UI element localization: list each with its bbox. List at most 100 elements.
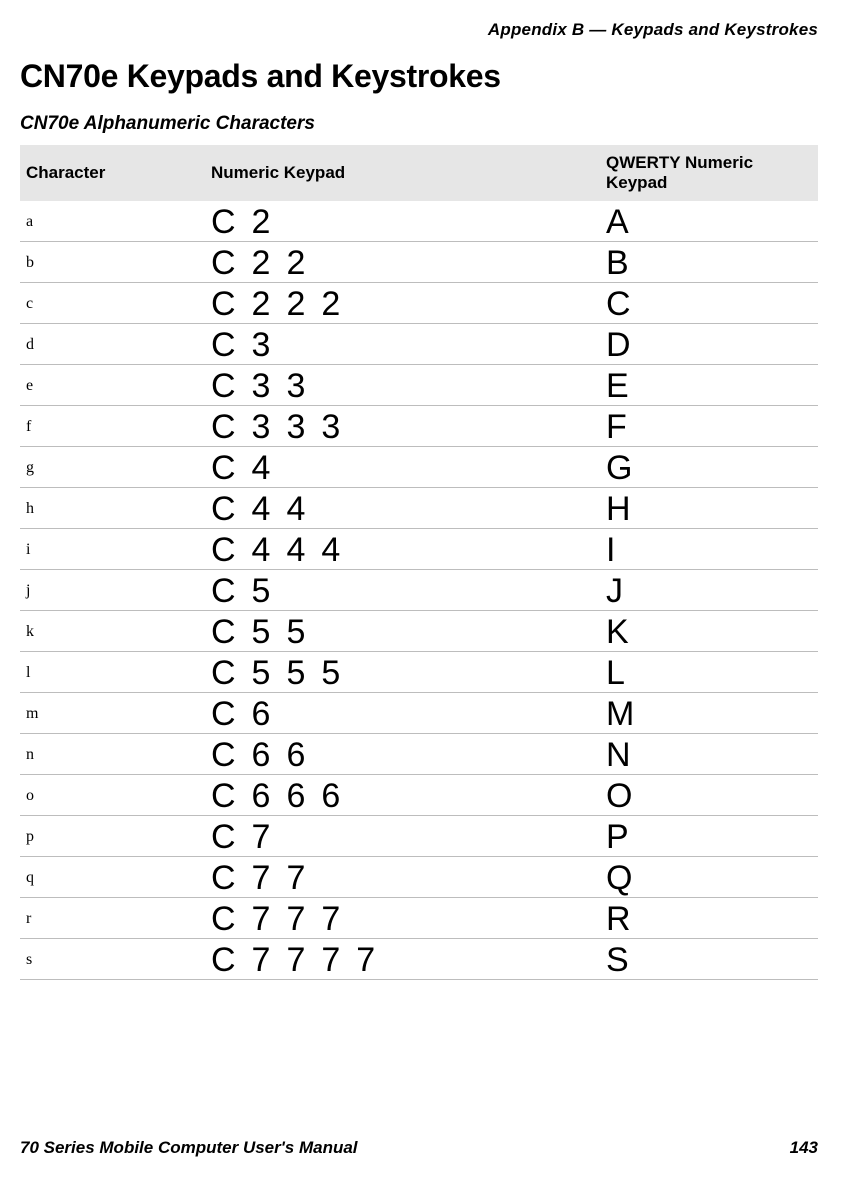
numeric-keypad-cell: C444 bbox=[205, 529, 600, 570]
qwerty-keypad-cell: B bbox=[600, 242, 818, 283]
key-sequence: H bbox=[606, 490, 647, 528]
qwerty-keypad-cell: N bbox=[600, 734, 818, 775]
qwerty-keypad-cell: S bbox=[600, 939, 818, 980]
key-sequence: C7777 bbox=[211, 941, 391, 979]
numeric-keypad-cell: C222 bbox=[205, 283, 600, 324]
character-cell: b bbox=[20, 242, 205, 283]
key-sequence: B bbox=[606, 244, 645, 282]
qwerty-keypad-cell: M bbox=[600, 693, 818, 734]
qwerty-keypad-cell: Q bbox=[600, 857, 818, 898]
keystroke-table: Character Numeric Keypad QWERTY Numeric … bbox=[20, 145, 818, 980]
table-row: fC333 F bbox=[20, 406, 818, 447]
qwerty-keypad-cell: E bbox=[600, 365, 818, 406]
character-cell: g bbox=[20, 447, 205, 488]
numeric-keypad-cell: C7 bbox=[205, 816, 600, 857]
table-row: cC222 C bbox=[20, 283, 818, 324]
character-cell: i bbox=[20, 529, 205, 570]
numeric-keypad-cell: C2 bbox=[205, 201, 600, 242]
table-row: hC44H bbox=[20, 488, 818, 529]
numeric-keypad-cell: C55 bbox=[205, 611, 600, 652]
key-sequence: C7 bbox=[211, 818, 286, 856]
key-sequence: C2 bbox=[211, 203, 286, 241]
numeric-keypad-cell: C33 bbox=[205, 365, 600, 406]
key-sequence: C bbox=[606, 285, 647, 323]
numeric-keypad-cell: C3 bbox=[205, 324, 600, 365]
table-row: aC2 A bbox=[20, 201, 818, 242]
page-footer: 70 Series Mobile Computer User's Manual … bbox=[20, 1138, 818, 1158]
qwerty-keypad-cell: A bbox=[600, 201, 818, 242]
table-row: lC555 L bbox=[20, 652, 818, 693]
key-sequence: C4 bbox=[211, 449, 286, 487]
numeric-keypad-cell: C77 bbox=[205, 857, 600, 898]
key-sequence: C555 bbox=[211, 654, 356, 692]
key-sequence: J bbox=[606, 572, 639, 610]
key-sequence: K bbox=[606, 613, 645, 651]
qwerty-keypad-cell: G bbox=[600, 447, 818, 488]
numeric-keypad-cell: C44 bbox=[205, 488, 600, 529]
key-sequence: F bbox=[606, 408, 643, 446]
col-numeric-keypad: Numeric Keypad bbox=[205, 145, 600, 201]
numeric-keypad-cell: C7777 bbox=[205, 939, 600, 980]
qwerty-keypad-cell: R bbox=[600, 898, 818, 939]
numeric-keypad-cell: C5 bbox=[205, 570, 600, 611]
character-cell: o bbox=[20, 775, 205, 816]
key-sequence: G bbox=[606, 449, 648, 487]
character-cell: f bbox=[20, 406, 205, 447]
qwerty-keypad-cell: F bbox=[600, 406, 818, 447]
key-sequence: E bbox=[606, 367, 645, 405]
key-sequence: L bbox=[606, 654, 641, 692]
character-cell: k bbox=[20, 611, 205, 652]
key-sequence: S bbox=[606, 941, 645, 979]
table-row: gC4 G bbox=[20, 447, 818, 488]
key-sequence: O bbox=[606, 777, 648, 815]
character-cell: c bbox=[20, 283, 205, 324]
qwerty-keypad-cell: L bbox=[600, 652, 818, 693]
numeric-keypad-cell: C555 bbox=[205, 652, 600, 693]
table-row: dC3D bbox=[20, 324, 818, 365]
footer-page-number: 143 bbox=[790, 1138, 818, 1158]
key-sequence: C33 bbox=[211, 367, 321, 405]
key-sequence: C3 bbox=[211, 326, 286, 364]
key-sequence: R bbox=[606, 900, 647, 938]
numeric-keypad-cell: C666 bbox=[205, 775, 600, 816]
key-sequence: C22 bbox=[211, 244, 321, 282]
key-sequence: P bbox=[606, 818, 645, 856]
key-sequence: C666 bbox=[211, 777, 356, 815]
character-cell: l bbox=[20, 652, 205, 693]
numeric-keypad-cell: C4 bbox=[205, 447, 600, 488]
qwerty-keypad-cell: C bbox=[600, 283, 818, 324]
table-row: jC5J bbox=[20, 570, 818, 611]
character-cell: h bbox=[20, 488, 205, 529]
qwerty-keypad-cell: J bbox=[600, 570, 818, 611]
character-cell: m bbox=[20, 693, 205, 734]
table-row: bC22 B bbox=[20, 242, 818, 283]
numeric-keypad-cell: C6 bbox=[205, 693, 600, 734]
table-row: oC666 O bbox=[20, 775, 818, 816]
qwerty-keypad-cell: I bbox=[600, 529, 818, 570]
character-cell: q bbox=[20, 857, 205, 898]
running-head: Appendix B — Keypads and Keystrokes bbox=[20, 20, 818, 40]
key-sequence: C333 bbox=[211, 408, 356, 446]
col-qwerty-numeric-keypad: QWERTY Numeric Keypad bbox=[600, 145, 818, 201]
character-cell: a bbox=[20, 201, 205, 242]
numeric-keypad-cell: C66 bbox=[205, 734, 600, 775]
character-cell: d bbox=[20, 324, 205, 365]
table-row: nC66N bbox=[20, 734, 818, 775]
key-sequence: I bbox=[606, 531, 631, 569]
key-sequence: C77 bbox=[211, 859, 321, 897]
table-row: iC444I bbox=[20, 529, 818, 570]
key-sequence: C222 bbox=[211, 285, 356, 323]
key-sequence: N bbox=[606, 736, 647, 774]
character-cell: e bbox=[20, 365, 205, 406]
key-sequence: C55 bbox=[211, 613, 321, 651]
qwerty-keypad-cell: O bbox=[600, 775, 818, 816]
page: Appendix B — Keypads and Keystrokes C N 70… bbox=[0, 0, 848, 1178]
key-sequence: C777 bbox=[211, 900, 356, 938]
table-row: mC6 M bbox=[20, 693, 818, 734]
key-sequence: C6 bbox=[211, 695, 286, 733]
qwerty-keypad-cell: P bbox=[600, 816, 818, 857]
table-row: eC33 E bbox=[20, 365, 818, 406]
qwerty-keypad-cell: H bbox=[600, 488, 818, 529]
character-cell: p bbox=[20, 816, 205, 857]
key-sequence: C5 bbox=[211, 572, 286, 610]
